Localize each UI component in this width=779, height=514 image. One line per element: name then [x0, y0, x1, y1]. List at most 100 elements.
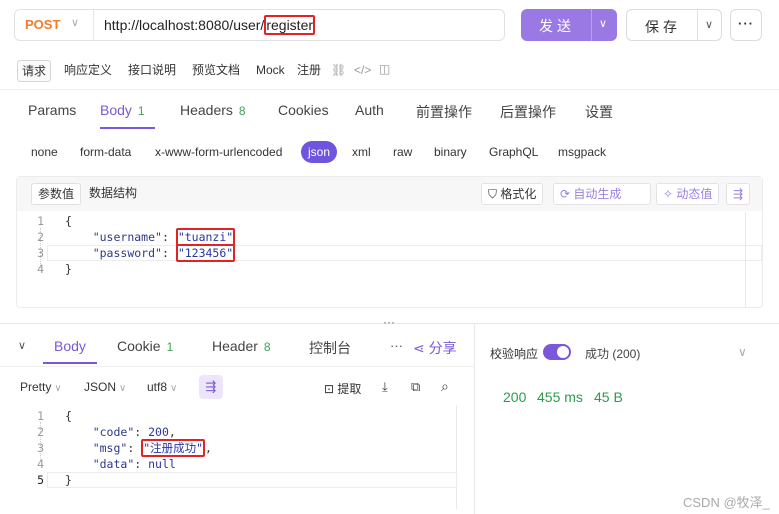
code-line: "msg": "注册成功",: [92, 439, 212, 457]
save-button[interactable]: 保存 ∨: [626, 9, 722, 41]
chevron-down-icon: ∨: [119, 383, 127, 394]
body-type-none[interactable]: none: [31, 145, 58, 159]
tab-cookies[interactable]: Cookies: [278, 102, 329, 118]
save-label: 保存: [645, 19, 681, 35]
json-value: 200: [148, 425, 169, 439]
copy-icon[interactable]: ⧉: [411, 379, 420, 395]
wrap-icon[interactable]: ⇶: [726, 183, 750, 205]
body-type-urlencoded[interactable]: x-www-form-urlencoded: [155, 145, 282, 159]
extract-button[interactable]: ⊡ 提取: [324, 380, 361, 397]
drag-handle-icon[interactable]: ···: [383, 315, 395, 329]
url-input[interactable]: http://localhost:8080/user/register: [104, 15, 316, 35]
divider: [0, 366, 474, 367]
response-tab-body[interactable]: Body: [54, 338, 86, 354]
status-select[interactable]: 成功 (200): [585, 345, 640, 362]
response-code-content[interactable]: { "code": 200, "msg": "注册成功", "data": nu…: [65, 408, 212, 488]
json-key: "password": [92, 246, 162, 260]
wrap-icon[interactable]: ⇶: [199, 375, 223, 399]
body-type-msgpack[interactable]: msgpack: [558, 145, 606, 159]
subtab-mock[interactable]: Mock: [252, 60, 289, 82]
search-icon[interactable]: ⌕: [441, 378, 449, 395]
subtab-api-description[interactable]: 接口说明: [124, 60, 180, 82]
more-icon[interactable]: ···: [730, 9, 762, 41]
pretty-select[interactable]: Pretty ∨: [20, 380, 62, 394]
code-line: {: [65, 409, 72, 423]
body-type-binary[interactable]: binary: [434, 145, 467, 159]
count-badge: 1: [166, 340, 174, 354]
response-tab-console[interactable]: 控制台: [309, 338, 351, 358]
extract-label: 提取: [337, 382, 362, 396]
count-badge: 8: [263, 340, 271, 354]
code-icon[interactable]: </>: [354, 63, 371, 77]
toggle-knob: [557, 346, 569, 358]
divider: [591, 9, 592, 41]
send-button[interactable]: 发送 ∨: [521, 9, 617, 41]
active-tab-indicator: [100, 127, 155, 129]
chevron-down-icon[interactable]: ∨: [738, 345, 747, 359]
send-label: 发送: [539, 18, 575, 34]
subtab-register[interactable]: 注册: [293, 60, 325, 82]
method-select[interactable]: POST: [25, 17, 60, 32]
format-label: 格式化: [500, 187, 537, 201]
subtab-request[interactable]: 请求: [17, 60, 52, 82]
subtab-preview-doc[interactable]: 预览文档: [188, 60, 244, 82]
subtab-response-definition[interactable]: 响应定义: [60, 60, 116, 82]
url-prefix: http://localhost:8080/user/: [104, 17, 265, 33]
chevron-down-icon[interactable]: ∨: [71, 16, 79, 29]
tab-settings[interactable]: 设置: [585, 102, 613, 122]
json-key: "data": [92, 457, 135, 471]
tab-body[interactable]: Body 1: [100, 102, 145, 118]
tab-pre-actions[interactable]: 前置操作: [416, 102, 472, 122]
line-numbers: 12345: [37, 409, 44, 487]
share-button[interactable]: ⋖ 分享: [413, 338, 457, 358]
panel-splitter-vertical[interactable]: [474, 324, 475, 514]
share-label: 分享: [428, 340, 457, 356]
body-type-json[interactable]: json: [301, 141, 337, 163]
body-type-raw[interactable]: raw: [393, 145, 412, 159]
dynamic-value-button[interactable]: ✧ 动态值: [656, 183, 720, 205]
format-select[interactable]: JSON ∨: [84, 380, 126, 394]
json-key: "code": [92, 425, 135, 439]
divider: [697, 10, 698, 40]
line-numbers: 1234: [37, 214, 44, 276]
format-button[interactable]: ⛉ 格式化: [481, 183, 544, 205]
panel-icon[interactable]: ◫: [379, 62, 390, 76]
extract-icon: ⊡: [324, 382, 338, 396]
segment-data-structure[interactable]: 数据结构: [83, 183, 143, 205]
tab-label: Headers: [180, 102, 233, 118]
select-value: JSON: [84, 380, 117, 394]
validate-response-toggle[interactable]: [543, 344, 571, 360]
select-value: Pretty: [20, 380, 52, 394]
tab-params[interactable]: Params: [28, 102, 76, 118]
auto-generate-button[interactable]: ⟳ 自动生成: [553, 183, 651, 205]
chevron-down-icon[interactable]: ∨: [705, 18, 713, 31]
body-type-form-data[interactable]: form-data: [80, 145, 131, 159]
collapse-icon[interactable]: ∨: [18, 339, 26, 352]
url-bar[interactable]: POST ∨ http://localhost:8080/user/regist…: [14, 9, 505, 41]
url-highlight: register: [264, 15, 316, 35]
validate-response-label: 校验响应: [490, 347, 539, 361]
body-type-graphql[interactable]: GraphQL: [489, 145, 538, 159]
code-content[interactable]: { "username": "tuanzi" "password": "1234…: [65, 213, 236, 277]
code-line: }: [65, 262, 72, 276]
watermark: CSDN @牧泽_: [683, 495, 770, 510]
download-icon[interactable]: ⤓: [382, 379, 388, 395]
response-tab-header[interactable]: Header 8: [212, 338, 271, 354]
body-type-xml[interactable]: xml: [352, 145, 371, 159]
more-icon[interactable]: ···: [390, 338, 403, 353]
code-line: "data": null: [92, 457, 176, 471]
encoding-select[interactable]: utf8 ∨: [147, 380, 177, 394]
scrollbar[interactable]: [456, 405, 457, 509]
chevron-down-icon[interactable]: ∨: [599, 17, 607, 30]
tab-post-actions[interactable]: 后置操作: [500, 102, 556, 122]
link-icon[interactable]: ⛓: [331, 63, 346, 77]
response-tab-cookie[interactable]: Cookie 1: [117, 338, 173, 354]
segment-param-values[interactable]: 参数值: [31, 183, 82, 205]
dynamic-label: 动态值: [676, 187, 713, 201]
code-line: "username": "tuanzi": [92, 228, 236, 246]
tab-headers[interactable]: Headers 8: [180, 102, 246, 118]
select-value: utf8: [147, 380, 168, 394]
active-tab-indicator: [43, 362, 97, 364]
tab-auth[interactable]: Auth: [355, 102, 384, 118]
code-line: "code": 200,: [92, 425, 176, 439]
